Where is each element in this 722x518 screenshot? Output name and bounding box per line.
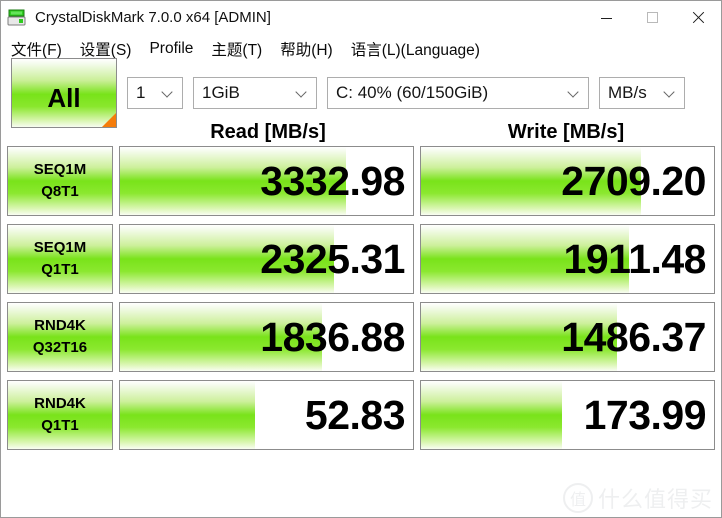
test-name-rnd4k-q32t16-button[interactable]: RND4K Q32T16 [7,302,113,372]
chevron-down-icon [161,86,174,99]
write-result-cell: 173.99 [420,380,715,450]
read-result-cell: 1836.88 [119,302,414,372]
test-size-select[interactable]: 1GiB [193,76,317,109]
test-name-line1: SEQ1M [33,239,87,257]
write-bar-fill [421,381,562,449]
test-name-line2: Q32T16 [32,339,88,356]
menu-item-profile[interactable]: Profile [149,40,193,58]
maximize-icon [646,12,658,23]
table-row: RND4K Q32T16 1836.88 1486.37 [7,302,715,372]
minimize-icon [600,18,612,19]
menu-item-help[interactable]: 帮助(H) [280,38,333,60]
test-name-line2: Q1T1 [41,417,79,434]
write-result-cell: 1486.37 [420,302,715,372]
menu-item-theme[interactable]: 主题(T) [211,38,262,60]
menu-item-language[interactable]: 语言(L)(Language) [351,38,480,60]
read-value: 52.83 [304,391,406,438]
unit-select[interactable]: MB/s [599,76,685,109]
write-value: 1911.48 [563,235,707,282]
disk-drive-icon [7,8,27,28]
test-size-value: 1GiB [202,82,240,102]
test-name-line1: SEQ1M [33,161,87,179]
read-bar-fill [120,381,255,449]
maximize-button[interactable] [629,1,675,34]
close-icon [691,11,705,25]
test-count-select[interactable]: 1 [127,76,183,109]
test-name-line1: RND4K [34,317,86,335]
read-value: 3332.98 [260,157,405,204]
crystaldiskmark-window: CrystalDiskMark 7.0.0 x64 [ADMIN] 文件(F) … [0,0,722,518]
test-name-rnd4k-q1t1-button[interactable]: RND4K Q1T1 [7,380,113,450]
window-title: CrystalDiskMark 7.0.0 x64 [ADMIN] [35,9,271,26]
chevron-down-icon [663,86,676,99]
table-row: RND4K Q1T1 52.83 173.99 [7,380,715,450]
corner-marker-icon [102,112,116,127]
write-value: 2709.20 [561,157,706,204]
target-drive-value: C: 40% (60/150GiB) [336,82,489,102]
table-row: SEQ1M Q8T1 3332.98 2709.20 [7,146,715,216]
results-grid: SEQ1M Q8T1 3332.98 2709.20 SEQ1M Q1T1 23… [1,146,721,517]
read-column-header: Read [MB/s] [210,120,326,143]
toolbar: All 1 1GiB C: 40% (60/150GiB) MB/s [1,57,721,128]
read-result-cell: 52.83 [119,380,414,450]
minimize-button[interactable] [583,1,629,34]
read-result-cell: 3332.98 [119,146,414,216]
test-name-line1: RND4K [34,395,86,413]
run-all-label: All [47,83,81,113]
test-name-line2: Q8T1 [41,183,79,200]
chevron-down-icon [567,86,580,99]
window-controls [583,1,721,34]
chevron-down-icon [295,86,308,99]
test-count-value: 1 [136,82,146,102]
table-row: SEQ1M Q1T1 2325.31 1911.48 [7,224,715,294]
write-result-cell: 2709.20 [420,146,715,216]
read-value: 1836.88 [260,313,405,360]
test-name-seq1m-q1t1-button[interactable]: SEQ1M Q1T1 [7,224,113,294]
read-result-cell: 2325.31 [119,224,414,294]
write-value: 1486.37 [561,313,706,360]
write-result-cell: 1911.48 [420,224,715,294]
test-name-line2: Q1T1 [41,261,79,278]
target-drive-select[interactable]: C: 40% (60/150GiB) [327,76,589,109]
title-bar: CrystalDiskMark 7.0.0 x64 [ADMIN] [1,1,721,34]
close-button[interactable] [675,1,721,34]
unit-value: MB/s [608,82,647,102]
write-value: 173.99 [583,391,707,438]
read-value: 2325.31 [260,235,405,282]
run-all-button[interactable]: All [11,57,117,128]
test-name-seq1m-q8t1-button[interactable]: SEQ1M Q8T1 [7,146,113,216]
write-column-header: Write [MB/s] [507,120,625,143]
